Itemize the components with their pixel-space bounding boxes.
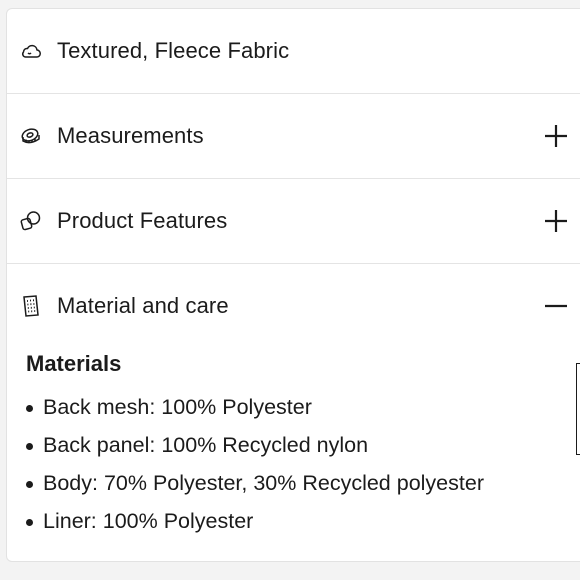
materials-list: Back mesh: 100% Polyester Back panel: 10… [26, 393, 484, 545]
bullet-dot [26, 481, 33, 488]
bullet-dot [26, 405, 33, 412]
bullet-dot [26, 519, 33, 526]
list-item: Back panel: 100% Recycled nylon [26, 431, 484, 469]
minus-icon[interactable] [543, 293, 569, 319]
accordion-label-fabric: Textured, Fleece Fabric [57, 38, 290, 63]
accordion-label-material-care: Material and care [57, 293, 229, 318]
product-details-accordion: Textured, Fleece Fabric Measurements Pro… [6, 8, 580, 562]
list-item: Back mesh: 100% Polyester [26, 393, 484, 431]
fabric-swatch-icon [23, 295, 39, 317]
list-item: Liner: 100% Polyester [26, 507, 484, 545]
accordion-label-product-features: Product Features [57, 208, 228, 233]
list-item: Body: 70% Polyester, 30% Recycled polyes… [26, 469, 484, 507]
accordion-label-measurements: Measurements [57, 123, 204, 148]
plus-icon[interactable] [543, 123, 569, 149]
bullet-dot [26, 443, 33, 450]
adjacent-panel-edge [576, 363, 580, 455]
measuring-tape-icon [21, 128, 40, 144]
accordion-row-fabric: Textured, Fleece Fabric [7, 9, 580, 94]
accordion-row-measurements[interactable]: Measurements [7, 94, 580, 179]
plus-icon[interactable] [543, 208, 569, 234]
accordion-row-product-features[interactable]: Product Features [7, 179, 580, 264]
cloud-icon [22, 44, 41, 58]
accordion-row-material-care[interactable]: Material and care [7, 264, 580, 348]
materials-heading: Materials [26, 351, 122, 376]
overlapping-shapes-icon [20, 211, 41, 231]
